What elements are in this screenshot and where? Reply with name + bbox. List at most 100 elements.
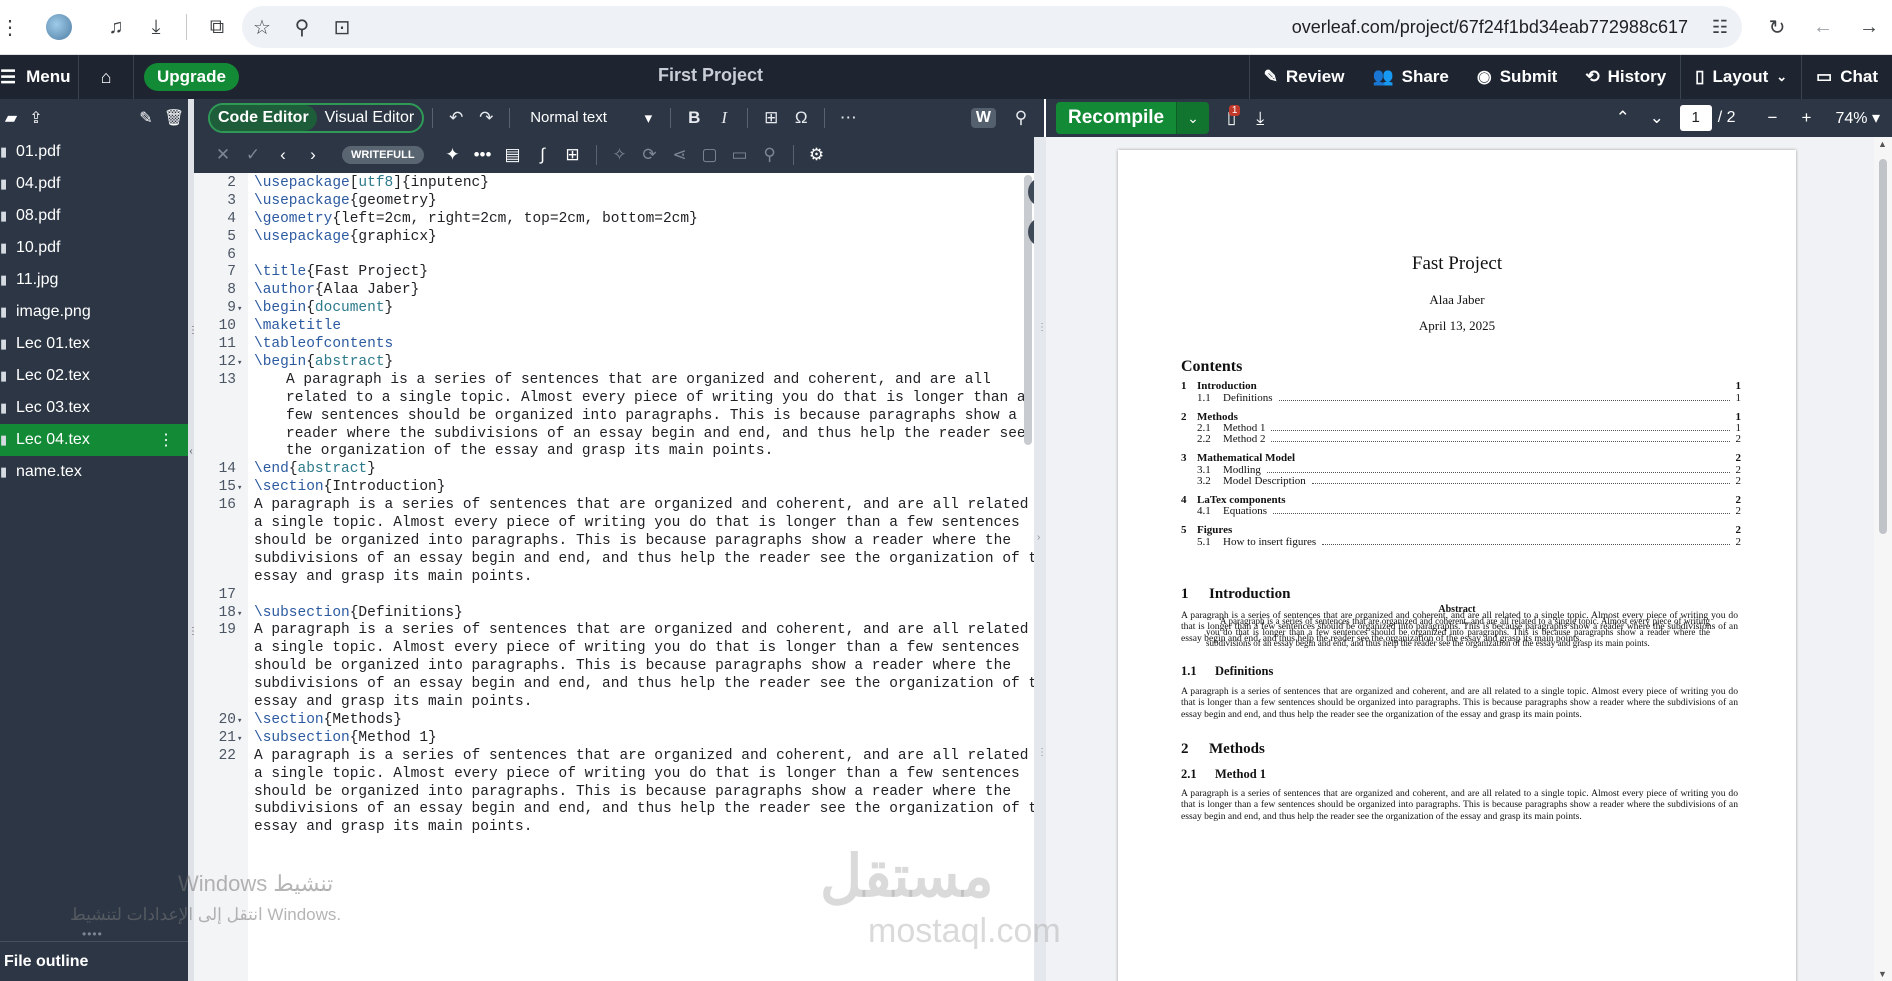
file-item[interactable]: ▮ Lec 03.tex [0,392,188,424]
fold-arrow-icon[interactable]: ▾ [237,483,242,493]
history-button[interactable]: ⟲ History [1571,55,1680,99]
file-item[interactable]: ▮ Lec 02.tex [0,360,188,392]
upgrade-button[interactable]: Upgrade [144,63,239,91]
code-line[interactable]: 5 \usepackage{graphicx} [194,229,1024,247]
toc-entry[interactable]: 5 Figures 2 [1181,524,1741,536]
code-line[interactable]: a single topic. Almost every piece of wr… [194,640,1024,658]
toc-entry[interactable]: 1.1 Definitions 1 [1181,392,1741,404]
integral-icon[interactable]: ∫ [528,145,558,165]
toc-entry[interactable]: 1 Introduction 1 [1181,380,1741,392]
toc-entry[interactable]: 2 Methods 1 [1181,411,1741,423]
code-line[interactable]: 12 ▾ \begin{abstract} [194,354,1024,372]
file-item[interactable]: ▮ Lec 01.tex [0,328,188,360]
address-bar[interactable]: ☆ ⚲ ⊡ overleaf.com/project/67f24f1bd34ea… [242,6,1742,48]
code-line[interactable]: 18 ▾ \subsection{Definitions} [194,605,1024,623]
code-line[interactable]: 13 A paragraph is a series of sentences t… [194,372,1024,390]
file-item[interactable]: ▮ name.tex [0,456,188,488]
editor-scrollbar[interactable] [1022,173,1034,981]
file-item[interactable]: ▮ image.png [0,296,188,328]
zoom-select[interactable]: 74% ▾ [1835,108,1880,128]
toc-entry[interactable]: 3.2 Model Description 2 [1181,475,1741,487]
pane-divider[interactable]: ⋮ › ⋮ [1034,137,1047,981]
code-line[interactable]: 11 \tableofcontents [194,336,1024,354]
profile-avatar[interactable] [46,14,72,40]
toc-entry[interactable]: 4.1 Equations 2 [1181,505,1741,517]
code-line[interactable]: 19 A paragraph is a series of sentences t… [194,622,1044,640]
paraphrase-icon[interactable]: ▤ [498,145,528,165]
review-button[interactable]: ✎ Review [1248,55,1359,99]
scrollbar-thumb[interactable] [1024,175,1032,445]
code-line[interactable]: few sentences should be organized into p… [194,408,1024,426]
table-icon[interactable]: ⊞ [558,145,588,165]
code-line[interactable]: essay and grasp its main points. [194,819,1024,837]
zoom-icon[interactable]: ⚲ [282,15,322,40]
code-editor-tab[interactable]: Code Editor [210,105,317,131]
pdf-scrollbar[interactable]: ▲ ▼ [1874,137,1892,981]
code-line[interactable]: subdivisions of an essay begin and end, … [194,801,1044,819]
file-outline-toggle[interactable]: File outline [0,941,188,981]
code-line[interactable]: essay and grasp its main points. [194,694,1024,712]
chat-button[interactable]: ▭ Chat [1801,55,1892,99]
more-icon[interactable]: ⋯ [833,108,863,128]
toc-entry[interactable]: 3 Mathematical Model 2 [1181,452,1741,464]
scroll-up-icon[interactable]: ▲ [1878,139,1887,149]
pdf-viewer[interactable]: Fast Project Alaa Jaber April 13, 2025 C… [1046,137,1892,981]
resize-grip-icon[interactable]: •••• [82,927,103,941]
math-icon[interactable]: ⊞ [756,108,786,128]
bookmark-star-icon[interactable]: ☆ [242,15,282,40]
code-line[interactable]: 17 [194,587,1024,605]
code-line[interactable]: reader where the subdivisions of an essa… [194,426,1026,444]
ellipsis-icon[interactable]: ••• [468,145,498,165]
logs-button[interactable]: ▯ 1 [1227,105,1241,128]
code-line[interactable]: subdivisions of an essay begin and end, … [194,551,1044,569]
clipboard-icon[interactable]: ▢ [695,145,725,165]
delete-icon[interactable]: 🗑 [160,108,188,128]
layout-button[interactable]: ▯ Layout ⌄ [1680,55,1801,99]
toc-entry[interactable]: 4 LaTex components 2 [1181,494,1741,506]
code-line[interactable]: 14 \end{abstract} [194,461,1024,479]
zoom-in-icon[interactable]: + [1789,108,1823,128]
code-line[interactable]: 2 \usepackage[utf8]{inputenc} [194,175,1024,193]
undo-icon[interactable]: ↶ [441,108,471,128]
recompile-button[interactable]: Recompile [1056,102,1177,134]
code-line[interactable]: should be organized into paragraphs. Thi… [194,784,1024,802]
menu-button[interactable]: ☰ Menu [0,67,78,88]
media-icon[interactable]: ♫ [96,16,136,39]
fold-arrow-icon[interactable]: ▾ [237,358,242,368]
share-node-icon[interactable]: ⋖ [665,145,695,165]
share-button[interactable]: 👥 Share [1358,55,1462,99]
code-line[interactable]: subdivisions of an essay begin and end, … [194,676,1044,694]
translate-icon[interactable]: ⊡ [322,15,362,40]
code-line[interactable]: 21 ▾ \subsection{Method 1} [194,730,1024,748]
upload-icon[interactable]: ⇪ [22,108,50,128]
file-item[interactable]: ▮ 10.pdf [0,232,188,264]
italic-icon[interactable]: I [709,108,739,128]
extensions-icon[interactable]: ⧉ [197,16,237,39]
download-pdf-icon[interactable]: ⤓ [1256,108,1264,129]
page-number-input[interactable]: 1 [1679,105,1712,131]
code-line[interactable]: 15 ▾ \section{Introduction} [194,479,1024,497]
code-line[interactable]: should be organized into paragraphs. Thi… [194,533,1024,551]
code-line[interactable]: a single topic. Almost every piece of wr… [194,766,1024,784]
browser-menu-icon[interactable]: ⋮ [0,15,20,40]
home-icon[interactable]: ⌂ [79,67,133,88]
document-icon[interactable]: ▭ [725,145,755,165]
toc-entry[interactable]: 2.2 Method 2 2 [1181,433,1741,445]
code-line[interactable]: 10 \maketitle [194,318,1024,336]
magic-icon[interactable]: ✧ [605,145,635,165]
gear-icon[interactable]: ⚙ [802,145,832,165]
file-menu-icon[interactable]: ⋮ [158,430,174,450]
code-line[interactable]: 20 ▾ \section{Methods} [194,712,1024,730]
new-folder-icon[interactable]: ▰ [0,108,22,128]
bold-icon[interactable]: B [679,108,709,128]
file-item[interactable]: ▮ 01.pdf [0,136,188,168]
fold-arrow-icon[interactable]: ▾ [237,734,242,744]
next-page-icon[interactable]: ⌄ [1640,108,1674,128]
fold-arrow-icon[interactable]: ▾ [237,716,242,726]
url-text[interactable]: overleaf.com/project/67f24f1bd34eab77298… [1292,17,1688,38]
code-line[interactable]: related to a single topic. Almost every … [194,390,1026,408]
code-line[interactable]: should be organized into paragraphs. Thi… [194,658,1024,676]
file-item[interactable]: ▮ 08.pdf [0,200,188,232]
refresh-icon[interactable]: ⟳ [635,145,665,165]
file-item[interactable]: ▮ 11.jpg [0,264,188,296]
